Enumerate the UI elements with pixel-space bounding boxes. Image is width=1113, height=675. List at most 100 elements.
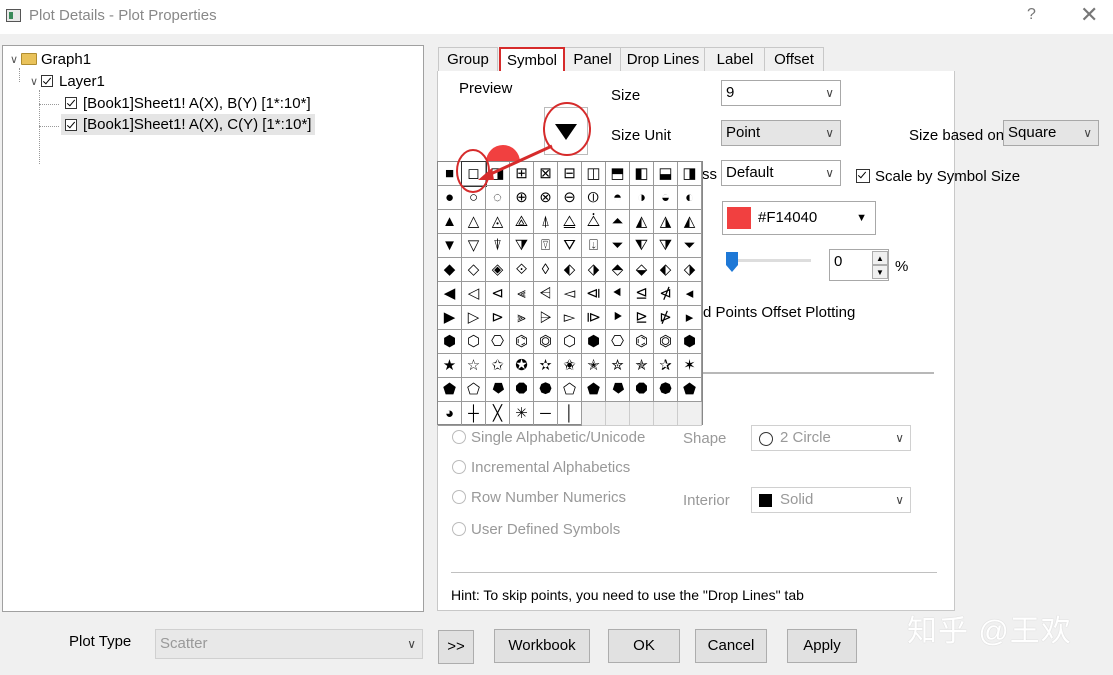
symbol-cell[interactable]: ▶: [438, 306, 462, 330]
symbol-cell[interactable]: ⬗: [582, 258, 606, 282]
symbol-cell[interactable]: ★: [438, 354, 462, 378]
workbook-button[interactable]: Workbook: [494, 629, 590, 663]
symbol-color-combo[interactable]: #F14040 ▼: [722, 201, 876, 235]
symbol-cell[interactable]: ⧩: [654, 234, 678, 258]
symbol-cell[interactable]: ⫷: [510, 282, 534, 306]
symbol-cell[interactable]: ✶: [678, 354, 702, 378]
symbol-cell[interactable]: ⧋: [558, 210, 582, 234]
symbol-cell[interactable]: ▷: [462, 306, 486, 330]
plot-checkbox[interactable]: [65, 118, 77, 131]
symbol-cell[interactable]: ─: [534, 402, 558, 426]
symbol-cell[interactable]: ⬢: [678, 330, 702, 354]
symbol-cell[interactable]: ⯈: [606, 306, 630, 330]
symbol-cell[interactable]: ◒: [654, 186, 678, 210]
plot-checkbox[interactable]: [65, 97, 77, 109]
symbol-cell[interactable]: ⩥: [534, 306, 558, 330]
symbol-cell[interactable]: ⯃: [510, 378, 534, 402]
symbol-cell[interactable]: ■: [438, 162, 462, 186]
symbol-cell[interactable]: ⍗: [582, 234, 606, 258]
symbol-cell[interactable]: ✬: [558, 354, 582, 378]
symbol-cell[interactable]: ⊴: [630, 282, 654, 306]
symbol-cell[interactable]: ⬓: [654, 162, 678, 186]
symbol-cell[interactable]: ⬠: [462, 378, 486, 402]
symbol-cell[interactable]: ⬟: [582, 378, 606, 402]
symbol-cell[interactable]: ✮: [606, 354, 630, 378]
symbol-cell[interactable]: ◭: [678, 210, 702, 234]
tab-group[interactable]: Group: [438, 47, 498, 72]
symbol-cell[interactable]: ◐: [678, 186, 702, 210]
symbol-cell[interactable]: ⯂: [486, 378, 510, 402]
symbol-cell[interactable]: ⧐: [582, 306, 606, 330]
size-unit-combo[interactable]: Point ∨: [721, 120, 841, 146]
symbol-cell[interactable]: ⊗: [534, 186, 558, 210]
symbol-cell[interactable]: ⬒: [606, 162, 630, 186]
symbol-cell[interactable]: ◻: [461, 161, 487, 187]
symbol-cell[interactable]: ○: [462, 186, 486, 210]
symbol-cell[interactable]: [630, 402, 654, 426]
symbol-cell[interactable]: ◈: [486, 258, 510, 282]
symbol-cell[interactable]: [606, 402, 630, 426]
tab-drop-lines[interactable]: Drop Lines: [620, 47, 706, 72]
symbol-cell[interactable]: ⧩: [510, 234, 534, 258]
symbol-cell[interactable]: ✭: [582, 354, 606, 378]
symbol-cell[interactable]: ▲: [438, 210, 462, 234]
shape-combo[interactable]: 2 Circle ∨: [751, 425, 911, 451]
chevron-down-icon[interactable]: ∨: [7, 53, 21, 66]
symbol-cell[interactable]: ⯄: [534, 378, 558, 402]
symbol-cell[interactable]: ⋪: [654, 282, 678, 306]
symbol-cell[interactable]: ◑: [630, 186, 654, 210]
symbol-cell[interactable]: ⯇: [606, 282, 630, 306]
symbol-cell[interactable]: ▽: [462, 234, 486, 258]
symbol-cell[interactable]: ◬: [486, 210, 510, 234]
symbol-cell[interactable]: ⍒: [486, 234, 510, 258]
symbol-cell[interactable]: ◭: [630, 210, 654, 234]
symbol-cell[interactable]: ⬡: [462, 330, 486, 354]
symbol-cell[interactable]: ⧊: [582, 210, 606, 234]
symbol-cell[interactable]: [678, 402, 702, 426]
tree-item-plot[interactable]: [Book1]Sheet1! A(X), B(Y) [1*:10*]: [65, 93, 311, 113]
symbol-cell[interactable]: ▸: [678, 306, 702, 330]
symbol-cell[interactable]: ⌬: [510, 330, 534, 354]
symbol-cell[interactable]: ⎔: [606, 330, 630, 354]
interior-combo[interactable]: Solid ∨: [751, 487, 911, 513]
symbol-cell[interactable]: ╳: [486, 402, 510, 426]
size-based-on-combo[interactable]: Square ∨: [1003, 120, 1099, 146]
symbol-cell[interactable]: ⎔: [486, 330, 510, 354]
scale-by-symbol-checkbox[interactable]: [856, 169, 870, 183]
symbol-cell[interactable]: [654, 402, 678, 426]
symbol-cell[interactable]: ⦶: [582, 186, 606, 210]
symbol-cell[interactable]: △: [462, 210, 486, 234]
symbol-cell[interactable]: ⊟: [558, 162, 582, 186]
tab-offset[interactable]: Offset: [764, 47, 824, 72]
symbol-cell[interactable]: ⌬: [630, 330, 654, 354]
symbol-cell[interactable]: ⊖: [558, 186, 582, 210]
symbol-cell[interactable]: ⬟: [438, 378, 462, 402]
tree-item-graph[interactable]: ∨ Graph1: [7, 49, 91, 69]
tree-item-plot-selected[interactable]: [Book1]Sheet1! A(X), C(Y) [1*:10*]: [61, 114, 316, 135]
symbol-cell[interactable]: ⟐: [510, 258, 534, 282]
symbol-cell[interactable]: ✩: [486, 354, 510, 378]
symbol-cell[interactable]: ⟁: [510, 210, 534, 234]
symbol-cell[interactable]: ▻: [558, 306, 582, 330]
radio-user-defined[interactable]: [452, 522, 466, 536]
symbol-cell[interactable]: ☆: [462, 354, 486, 378]
symbol-cell[interactable]: ◫: [582, 162, 606, 186]
symbol-cell[interactable]: ✪: [510, 354, 534, 378]
symbol-cell[interactable]: ⍔: [534, 234, 558, 258]
symbol-cell[interactable]: ⏣: [654, 330, 678, 354]
symbol-cell[interactable]: ◊: [534, 258, 558, 282]
symbol-cell[interactable]: ⧨: [630, 234, 654, 258]
symbol-cell[interactable]: ⬘: [606, 258, 630, 282]
cancel-button[interactable]: Cancel: [695, 629, 767, 663]
symbol-cell[interactable]: ⬢: [438, 330, 462, 354]
layer-checkbox[interactable]: [41, 75, 53, 87]
plot-type-combo[interactable]: Scatter ∨: [155, 629, 423, 659]
help-icon[interactable]: ?: [1027, 6, 1036, 24]
symbol-cell[interactable]: ◂: [678, 282, 702, 306]
symbol-cell[interactable]: ⬟: [678, 378, 702, 402]
symbol-cell[interactable]: ⊵: [630, 306, 654, 330]
symbol-cell[interactable]: ◅: [558, 282, 582, 306]
symbol-cell[interactable]: [582, 402, 606, 426]
size-combo[interactable]: 9 ∨: [721, 80, 841, 106]
chevron-down-icon[interactable]: ∨: [27, 75, 41, 88]
